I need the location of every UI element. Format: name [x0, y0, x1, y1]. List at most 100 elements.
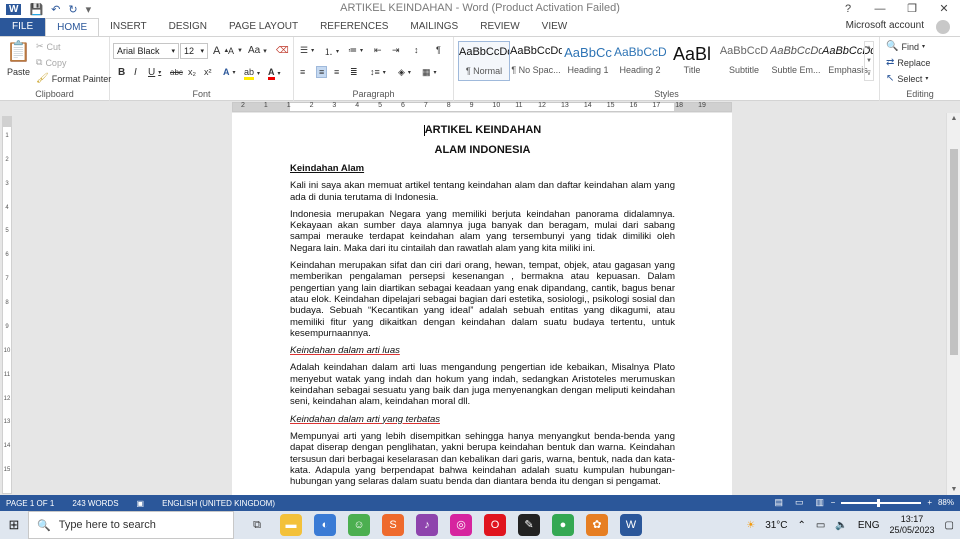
network-icon[interactable]: ▭	[816, 520, 825, 531]
instagram-icon[interactable]: ◎	[450, 514, 472, 536]
increase-indent-button[interactable]: ⇥	[392, 45, 400, 56]
chrome-icon[interactable]: ●	[552, 514, 574, 536]
zoom-slider[interactable]	[841, 498, 922, 507]
photo-icon[interactable]: ✿	[586, 514, 608, 536]
line-spacing-icon: ↕≡	[370, 67, 380, 77]
tab-page-layout[interactable]: PAGE LAYOUT	[218, 18, 309, 36]
change-case-label: Aa	[248, 45, 261, 56]
bullets-button[interactable]: ☰ ▾	[300, 45, 314, 56]
windows-start-icon[interactable]: ⊞	[0, 517, 28, 533]
superscript-button[interactable]: x²	[204, 67, 212, 77]
justify-button[interactable]: ≣	[350, 67, 358, 78]
numbering-button[interactable]: ⒈ ▾	[324, 45, 339, 58]
multilevel-list-button[interactable]: ≔ ▾	[348, 45, 363, 56]
decrease-indent-icon: ⇤	[374, 45, 382, 55]
restore-button[interactable]: ❐	[896, 0, 928, 18]
borders-button[interactable]: ▦ ▾	[422, 67, 437, 78]
underline-button[interactable]: U ▾	[148, 67, 161, 78]
close-button[interactable]: ✕	[928, 0, 960, 18]
tab-design[interactable]: DESIGN	[158, 18, 218, 36]
scrollbar-thumb[interactable]	[950, 149, 958, 355]
tab-view[interactable]: VIEW	[531, 18, 579, 36]
word-taskbar-icon[interactable]: W	[620, 514, 642, 536]
grow-font-label: A	[213, 45, 221, 57]
scroll-down-icon[interactable]: ▼	[947, 486, 960, 493]
volume-icon[interactable]: 🔈	[835, 520, 847, 531]
select-button[interactable]: ↖ Select ▾	[886, 73, 928, 84]
file-explorer-icon[interactable]: ▬	[280, 514, 302, 536]
vertical-ruler[interactable]: 1 2 3 4 5 6 7 8 9 10 11 12 13 14 15	[2, 116, 12, 494]
align-center-button[interactable]: ≡	[316, 66, 328, 78]
strikethrough-button[interactable]: abc	[170, 68, 183, 77]
decrease-indent-button[interactable]: ⇤	[374, 45, 382, 56]
font-color-button[interactable]: A ▾	[268, 67, 281, 80]
notifications-icon[interactable]: ▢	[945, 520, 954, 531]
page-count[interactable]: PAGE 1 OF 1	[6, 499, 54, 508]
vertical-scrollbar[interactable]: ▲ ▼	[946, 113, 960, 495]
font-family-select[interactable]: Arial Black ▾	[113, 43, 179, 59]
highlight-button[interactable]: ab ▾	[244, 67, 260, 80]
show-formatting-button[interactable]: ¶	[436, 45, 441, 55]
font-size-select[interactable]: 12 ▾	[180, 43, 208, 59]
web-layout-icon[interactable]: ▥	[815, 497, 824, 508]
align-right-button[interactable]: ≡	[334, 67, 339, 77]
chevron-up-icon[interactable]: ⌃	[798, 520, 806, 531]
game-icon[interactable]: ☺	[348, 514, 370, 536]
pilcrow-icon: ¶	[436, 45, 441, 55]
minimize-button[interactable]: —	[864, 0, 896, 18]
shading-button[interactable]: ◈ ▾	[398, 67, 411, 78]
tab-mailings[interactable]: MAILINGS	[399, 18, 469, 36]
task-view-icon[interactable]: ⧉	[246, 514, 268, 536]
tab-file[interactable]: FILE	[0, 18, 46, 36]
input-language[interactable]: ENG	[858, 520, 880, 531]
paste-button[interactable]: 📋 Paste	[6, 39, 31, 77]
language-indicator[interactable]: ENGLISH (UNITED KINGDOM)	[162, 499, 275, 508]
notes-icon[interactable]: ✎	[518, 514, 540, 536]
zoom-in-button[interactable]: +	[927, 498, 932, 507]
tab-home[interactable]: HOME	[45, 18, 100, 36]
grow-font-button[interactable]: A ▲	[213, 45, 229, 57]
zoom-out-button[interactable]: −	[831, 498, 836, 507]
replace-button[interactable]: ⇄ Replace	[886, 57, 930, 68]
word-count[interactable]: 243 WORDS	[72, 499, 118, 508]
horizontal-ruler[interactable]: 2 1 1 2 3 4 5 6 7 8 9 10 11 12 13 14 15 16 17 18 19	[232, 102, 732, 112]
italic-button[interactable]: I	[134, 67, 137, 78]
document-content[interactable]: ARTIKEL KEINDAHAN ALAM INDONESIA Keindah…	[290, 123, 675, 493]
app-purple-icon[interactable]: ♪	[416, 514, 438, 536]
tab-review[interactable]: REVIEW	[469, 18, 530, 36]
taskbar-search[interactable]: 🔍 Type here to search	[28, 511, 234, 539]
tab-insert[interactable]: INSERT	[99, 18, 158, 36]
find-button[interactable]: 🔍 Find ▾	[886, 41, 925, 52]
scroll-up-icon[interactable]: ▲	[947, 115, 960, 122]
read-mode-icon[interactable]: ▤	[774, 497, 783, 508]
shrink-font-button[interactable]: A ▼	[228, 46, 243, 56]
weather-icon[interactable]: ☀	[746, 520, 755, 531]
text-effects-button[interactable]: A ▾	[223, 67, 236, 77]
shrink-font-label: A	[228, 46, 235, 56]
temperature[interactable]: 31°C	[765, 520, 787, 531]
cut-button[interactable]: ✂ Cut	[36, 41, 61, 52]
format-painter-button[interactable]: 🖌 Format Painter	[36, 73, 111, 84]
subscript-button[interactable]: x₂	[188, 67, 196, 77]
account-name[interactable]: Microsoft account	[846, 20, 924, 31]
opera-icon[interactable]: O	[484, 514, 506, 536]
align-left-button[interactable]: ≡	[300, 67, 305, 77]
proofing-icon[interactable]: ▣	[137, 499, 145, 508]
print-layout-icon[interactable]: ▭	[795, 497, 804, 508]
clear-formatting-button[interactable]: ⌫	[276, 45, 289, 56]
help-button[interactable]: ?	[832, 0, 864, 18]
change-case-button[interactable]: Aa ▾	[248, 45, 267, 56]
bold-button[interactable]: B	[118, 67, 125, 78]
tab-references[interactable]: REFERENCES	[309, 18, 399, 36]
zoom-level[interactable]: 88%	[938, 498, 954, 507]
document-page[interactable]: ARTIKEL KEINDAHAN ALAM INDONESIA Keindah…	[232, 113, 732, 495]
avatar[interactable]	[936, 20, 950, 34]
clock[interactable]: 13:17 25/05/2023	[890, 514, 935, 536]
sort-button[interactable]: ↕	[414, 45, 419, 55]
copy-button[interactable]: ⧉ Copy	[36, 57, 66, 68]
app-icon[interactable]: ◐	[314, 514, 336, 536]
store-icon[interactable]: S	[382, 514, 404, 536]
line-spacing-button[interactable]: ↕≡ ▾	[370, 67, 386, 77]
document-title-line1: ARTIKEL KEINDAHAN	[290, 123, 675, 137]
zoom-slider-knob[interactable]	[877, 498, 881, 507]
